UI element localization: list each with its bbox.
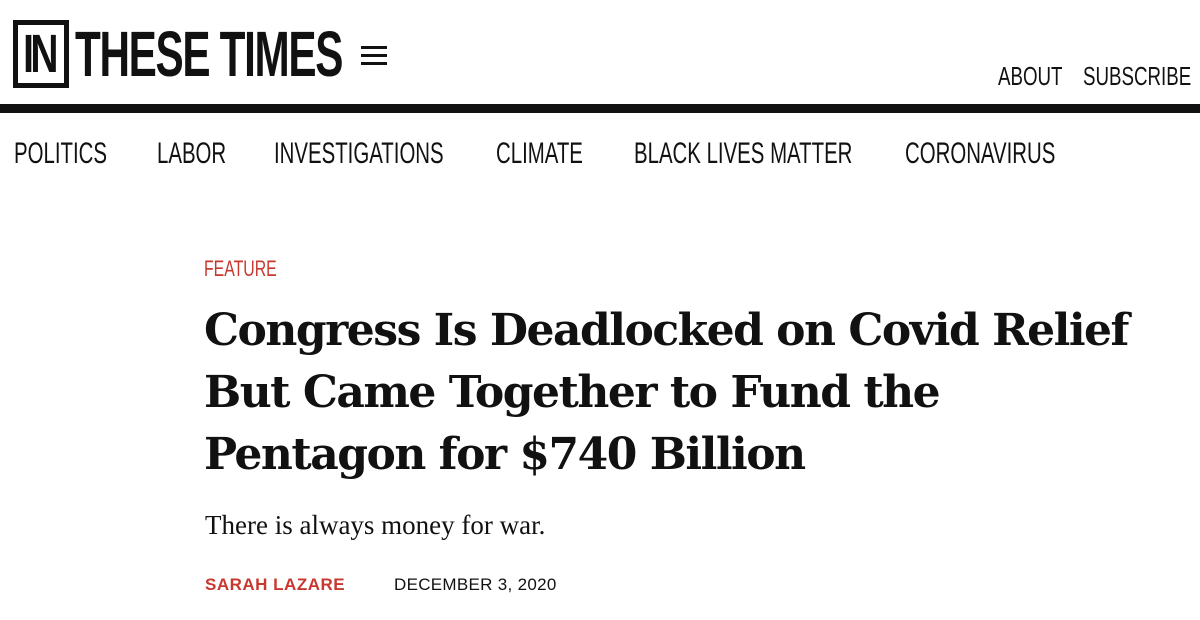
header-divider: [0, 104, 1200, 113]
logo-box: IN: [13, 20, 69, 88]
util-link-subscribe-wrap: SUBSCRIBE: [1083, 62, 1200, 90]
article-headline: Congress Is Deadlocked on Covid Relief B…: [204, 305, 1129, 480]
logo-wordmark: THESE TIMES: [75, 18, 343, 90]
nav-item-politics[interactable]: POLITICS: [14, 137, 107, 171]
logo-box-text: IN: [23, 24, 58, 84]
site-logo[interactable]: IN THESE TIMES: [13, 20, 480, 88]
nav-item-black-lives-matter[interactable]: BLACK LIVES MATTER: [634, 137, 852, 171]
author-link[interactable]: SARAH LAZARE: [205, 575, 345, 595]
about-link[interactable]: ABOUT: [998, 62, 1062, 90]
nav-item-coronavirus[interactable]: CORONAVIRUS: [905, 137, 1055, 171]
publish-date: DECEMBER 3, 2020: [394, 575, 557, 594]
section-nav: POLITICS LABOR INVESTIGATIONS CLIMATE BL…: [0, 137, 1200, 171]
util-link-about-wrap: ABOUT: [998, 62, 1088, 90]
nav-item-labor[interactable]: LABOR: [157, 137, 226, 171]
nav-item-climate[interactable]: CLIMATE: [496, 137, 583, 171]
nav-item-investigations[interactable]: INVESTIGATIONS: [274, 137, 444, 171]
menu-icon-bar: [361, 46, 387, 49]
menu-icon-bar: [361, 54, 387, 57]
subscribe-link[interactable]: SUBSCRIBE: [1083, 62, 1191, 90]
menu-icon-bar: [361, 62, 387, 65]
article-dek: There is always money for war.: [205, 510, 546, 540]
hamburger-menu-icon[interactable]: [361, 46, 387, 68]
article-kicker[interactable]: FEATURE: [204, 256, 277, 282]
